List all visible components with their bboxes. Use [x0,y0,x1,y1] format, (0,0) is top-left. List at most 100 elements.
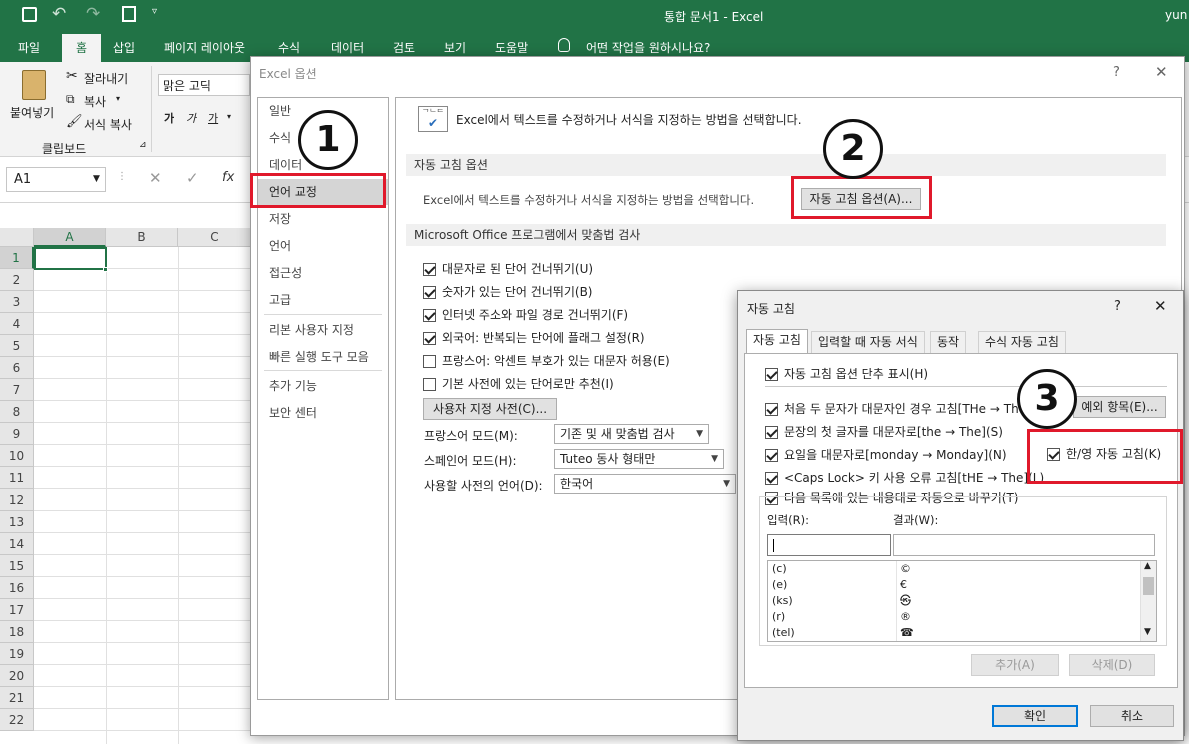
options-help-button[interactable]: ? [1113,65,1120,80]
row-header[interactable]: 7 [0,379,34,401]
tab-autocorrect[interactable]: 자동 고침 [746,329,808,354]
autocorrect-close-button[interactable]: ✕ [1154,297,1167,315]
list-item[interactable]: (ks) ㉿ [772,593,1142,609]
copy-dropdown-icon[interactable]: ▾ [116,94,120,103]
nav-item[interactable]: 빠른 실행 도구 모음 [258,344,388,370]
exceptions-button[interactable]: 예외 항목(E)... [1073,396,1166,418]
confirm-entry-icon[interactable]: ✓ [186,169,199,187]
spelling-option[interactable]: 기본 사전에 있는 단어로만 추천(I) [423,375,614,392]
checkbox[interactable] [423,332,436,345]
row-header[interactable]: 16 [0,577,34,599]
underline-button[interactable]: 가 [208,110,218,126]
row-header[interactable]: 9 [0,423,34,445]
list-item[interactable]: (e) € [772,577,1142,593]
row-header[interactable]: 21 [0,687,34,709]
italic-button[interactable]: 가 [186,110,196,126]
checkbox[interactable] [765,403,778,416]
column-header-c[interactable]: C [178,228,252,247]
print-preview-icon[interactable] [122,6,136,22]
tab-view[interactable]: 보기 [444,39,466,56]
dialog-launcher-icon[interactable]: ⊿ [139,140,147,150]
checkbox[interactable] [765,426,778,439]
row-header[interactable]: 3 [0,291,34,313]
delete-button[interactable]: 삭제(D) [1069,654,1155,676]
scroll-thumb[interactable] [1143,577,1154,595]
tab-data[interactable]: 데이터 [331,39,364,56]
nav-item[interactable]: 리본 사용자 지정 [258,317,388,343]
fill-handle[interactable] [103,267,108,272]
select-all-corner[interactable] [0,228,34,247]
copy-button[interactable]: 복사 [84,93,106,110]
row-header[interactable]: 4 [0,313,34,335]
list-scrollbar[interactable]: ▲ ▼ [1140,561,1156,641]
cancel-entry-icon[interactable]: ✕ [149,169,162,187]
row-header[interactable]: 19 [0,643,34,665]
underline-dropdown-icon[interactable]: ▾ [227,112,231,121]
checkbox[interactable] [423,309,436,322]
insert-function-button[interactable]: fx [222,170,234,185]
name-box[interactable]: A1 ▼ [6,167,106,192]
dictionary-language-select[interactable]: 한국어 ▼ [554,474,736,494]
row-header[interactable]: 14 [0,533,34,555]
row-header[interactable]: 1 [0,247,34,269]
scissors-icon[interactable]: ✂ [66,68,78,84]
row-header[interactable]: 13 [0,511,34,533]
undo-icon[interactable]: ↶ [52,4,66,24]
tab-page-layout[interactable]: 페이지 레이아웃 [164,39,245,56]
list-item[interactable]: (c) © [772,561,1142,577]
tell-me-search[interactable]: 어떤 작업을 원하시나요? [586,39,710,56]
options-close-button[interactable]: ✕ [1155,63,1168,81]
row-header[interactable]: 18 [0,621,34,643]
tab-help[interactable]: 도움말 [495,39,528,56]
spelling-option[interactable]: 숫자가 있는 단어 건너뛰기(B) [423,283,592,300]
row-header[interactable]: 20 [0,665,34,687]
row-header[interactable]: 15 [0,555,34,577]
tab-autoformat-as-you-type[interactable]: 입력할 때 자동 서식 [811,331,925,353]
checkbox[interactable] [423,355,436,368]
bold-button[interactable]: 가 [164,110,174,126]
format-painter-button[interactable]: 서식 복사 [84,116,132,133]
row-header[interactable]: 2 [0,269,34,291]
paintbrush-icon[interactable]: 🖌 [66,114,83,129]
row-header[interactable]: 5 [0,335,34,357]
name-box-dropdown-icon[interactable]: ▼ [93,174,100,184]
add-button[interactable]: 추가(A) [971,654,1059,676]
checkbox[interactable] [423,286,436,299]
user-name[interactable]: yun [1165,8,1187,22]
autocorrect-option[interactable]: <Caps Lock> 키 사용 오류 고침[tHE → The](L) [765,469,1044,486]
spelling-option[interactable]: 프랑스어: 악센트 부호가 있는 대문자 허용(E) [423,352,670,369]
spelling-option[interactable]: 인터넷 주소와 파일 경로 건너뛰기(F) [423,306,628,323]
checkbox[interactable] [423,378,436,391]
paste-button[interactable]: 붙여넣기 [10,104,54,121]
list-item[interactable]: (r) ® [772,609,1142,625]
spelling-option[interactable]: 대문자로 된 단어 건너뛰기(U) [423,260,593,277]
row-header[interactable]: 17 [0,599,34,621]
row-header[interactable]: 12 [0,489,34,511]
replace-input[interactable] [767,534,891,556]
tab-actions[interactable]: 동작 [930,331,967,353]
row-header[interactable]: 10 [0,445,34,467]
row-header[interactable]: 8 [0,401,34,423]
column-header-a[interactable]: A [34,228,106,247]
redo-icon[interactable]: ↷ [86,4,100,24]
spelling-option[interactable]: 외국어: 반복되는 단어에 플래그 설정(R) [423,329,645,346]
row-header[interactable]: 22 [0,709,34,731]
ok-button[interactable]: 확인 [992,705,1078,727]
nav-item[interactable]: 보안 센터 [258,400,388,426]
checkbox[interactable] [765,472,778,485]
nav-item[interactable]: 접근성 [258,260,388,286]
cut-button[interactable]: 잘라내기 [84,70,128,87]
with-input[interactable] [893,534,1155,556]
replacement-list[interactable]: (c) © (e) € (ks) ㉿ (r) ® (tel) ☎ ▲ ▼ [767,560,1157,642]
row-header[interactable]: 6 [0,357,34,379]
list-item[interactable]: (tel) ☎ [772,625,1142,641]
customize-qat-icon[interactable]: ▿ [152,6,157,17]
show-buttons-option[interactable]: 자동 고침 옵션 단추 표시(H) [765,365,928,382]
cancel-button[interactable]: 취소 [1090,705,1174,727]
clipboard-paste-icon[interactable] [22,70,46,100]
checkbox[interactable] [765,368,778,381]
tab-insert[interactable]: 삽입 [113,39,135,56]
tab-math-autocorrect[interactable]: 수식 자동 고침 [978,331,1066,353]
copy-icon[interactable]: ⧉ [66,92,75,107]
autocorrect-option[interactable]: 문장의 첫 글자를 대문자로[the → The](S) [765,423,1003,440]
